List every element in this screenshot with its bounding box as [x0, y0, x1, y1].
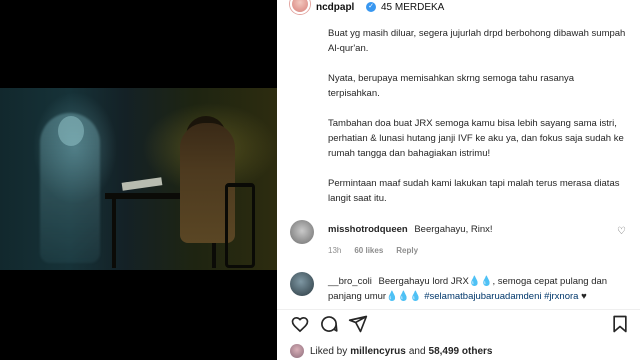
post-panel: ncdpapl ✓ 45 MERDEKA Buat yg masih dilua…: [277, 0, 640, 360]
ghost-head: [58, 116, 84, 146]
post-photo[interactable]: [0, 0, 277, 360]
comment-time: 13h: [328, 246, 342, 255]
liker-username[interactable]: millencyrus: [350, 346, 406, 357]
post-header: ncdpapl ✓ 45 MERDEKA: [277, 0, 640, 18]
comment-item: __bro_coli Beergahayu lord JRX💧💧, semoga…: [290, 272, 630, 306]
divider: [277, 309, 640, 310]
commenter-avatar[interactable]: [290, 220, 314, 244]
send-icon[interactable]: [348, 314, 368, 334]
post-caption: Buat yg masih diluar, segera jujurlah dr…: [328, 26, 628, 206]
comment-username[interactable]: __bro_coli: [328, 276, 372, 287]
comment-meta: 13h 60 likes Reply: [328, 246, 418, 255]
comment-item: misshotrodqueen Beergahayu, Rinx! 13h 60…: [290, 220, 630, 262]
bookmark-icon[interactable]: [610, 314, 630, 334]
comment-heart-icon[interactable]: ♡: [617, 226, 626, 237]
likes-count[interactable]: 58,499 others: [429, 346, 493, 357]
heart-icon[interactable]: [290, 314, 310, 334]
likes-summary: Liked by millencyrus and 58,499 others: [290, 343, 630, 359]
caption-paragraph: Nyata, berupaya memisahkan skrng semoga …: [328, 73, 575, 99]
post-location[interactable]: 45 MERDEKA: [381, 2, 444, 13]
caption-paragraph: Permintaan maaf sudah kami lakukan tapi …: [328, 178, 620, 204]
likes-prefix: Liked by: [310, 345, 348, 357]
author-avatar[interactable]: [290, 0, 310, 14]
author-username[interactable]: ncdpapl: [316, 2, 354, 13]
likes-and: and: [408, 345, 426, 357]
comment-likes[interactable]: 60 likes: [354, 246, 383, 255]
comment-text: Beergahayu, Rinx!: [414, 224, 493, 235]
comment-body: __bro_coli Beergahayu lord JRX💧💧, semoga…: [328, 274, 618, 304]
chair: [225, 183, 255, 268]
liker-avatar[interactable]: [290, 344, 304, 358]
comment-body: misshotrodqueen Beergahayu, Rinx!: [328, 222, 618, 237]
photo-scene: [0, 88, 277, 270]
caption-paragraph: Tambahan doa buat JRX semoga kamu bisa l…: [328, 118, 624, 159]
comment-icon[interactable]: [319, 314, 339, 334]
commenter-avatar[interactable]: [290, 272, 314, 296]
caption-paragraph: Buat yg masih diluar, segera jujurlah dr…: [328, 28, 626, 54]
table-leg: [112, 198, 116, 268]
post-actions: [290, 314, 630, 336]
comment-hashtags[interactable]: #selamatbajubaruadamdeni #jrxnora: [424, 291, 578, 302]
comment-username[interactable]: misshotrodqueen: [328, 224, 408, 235]
verified-badge-icon: ✓: [366, 2, 376, 12]
reply-button[interactable]: Reply: [396, 246, 418, 255]
comment-tail: ♥: [578, 291, 587, 302]
paper: [121, 177, 163, 191]
